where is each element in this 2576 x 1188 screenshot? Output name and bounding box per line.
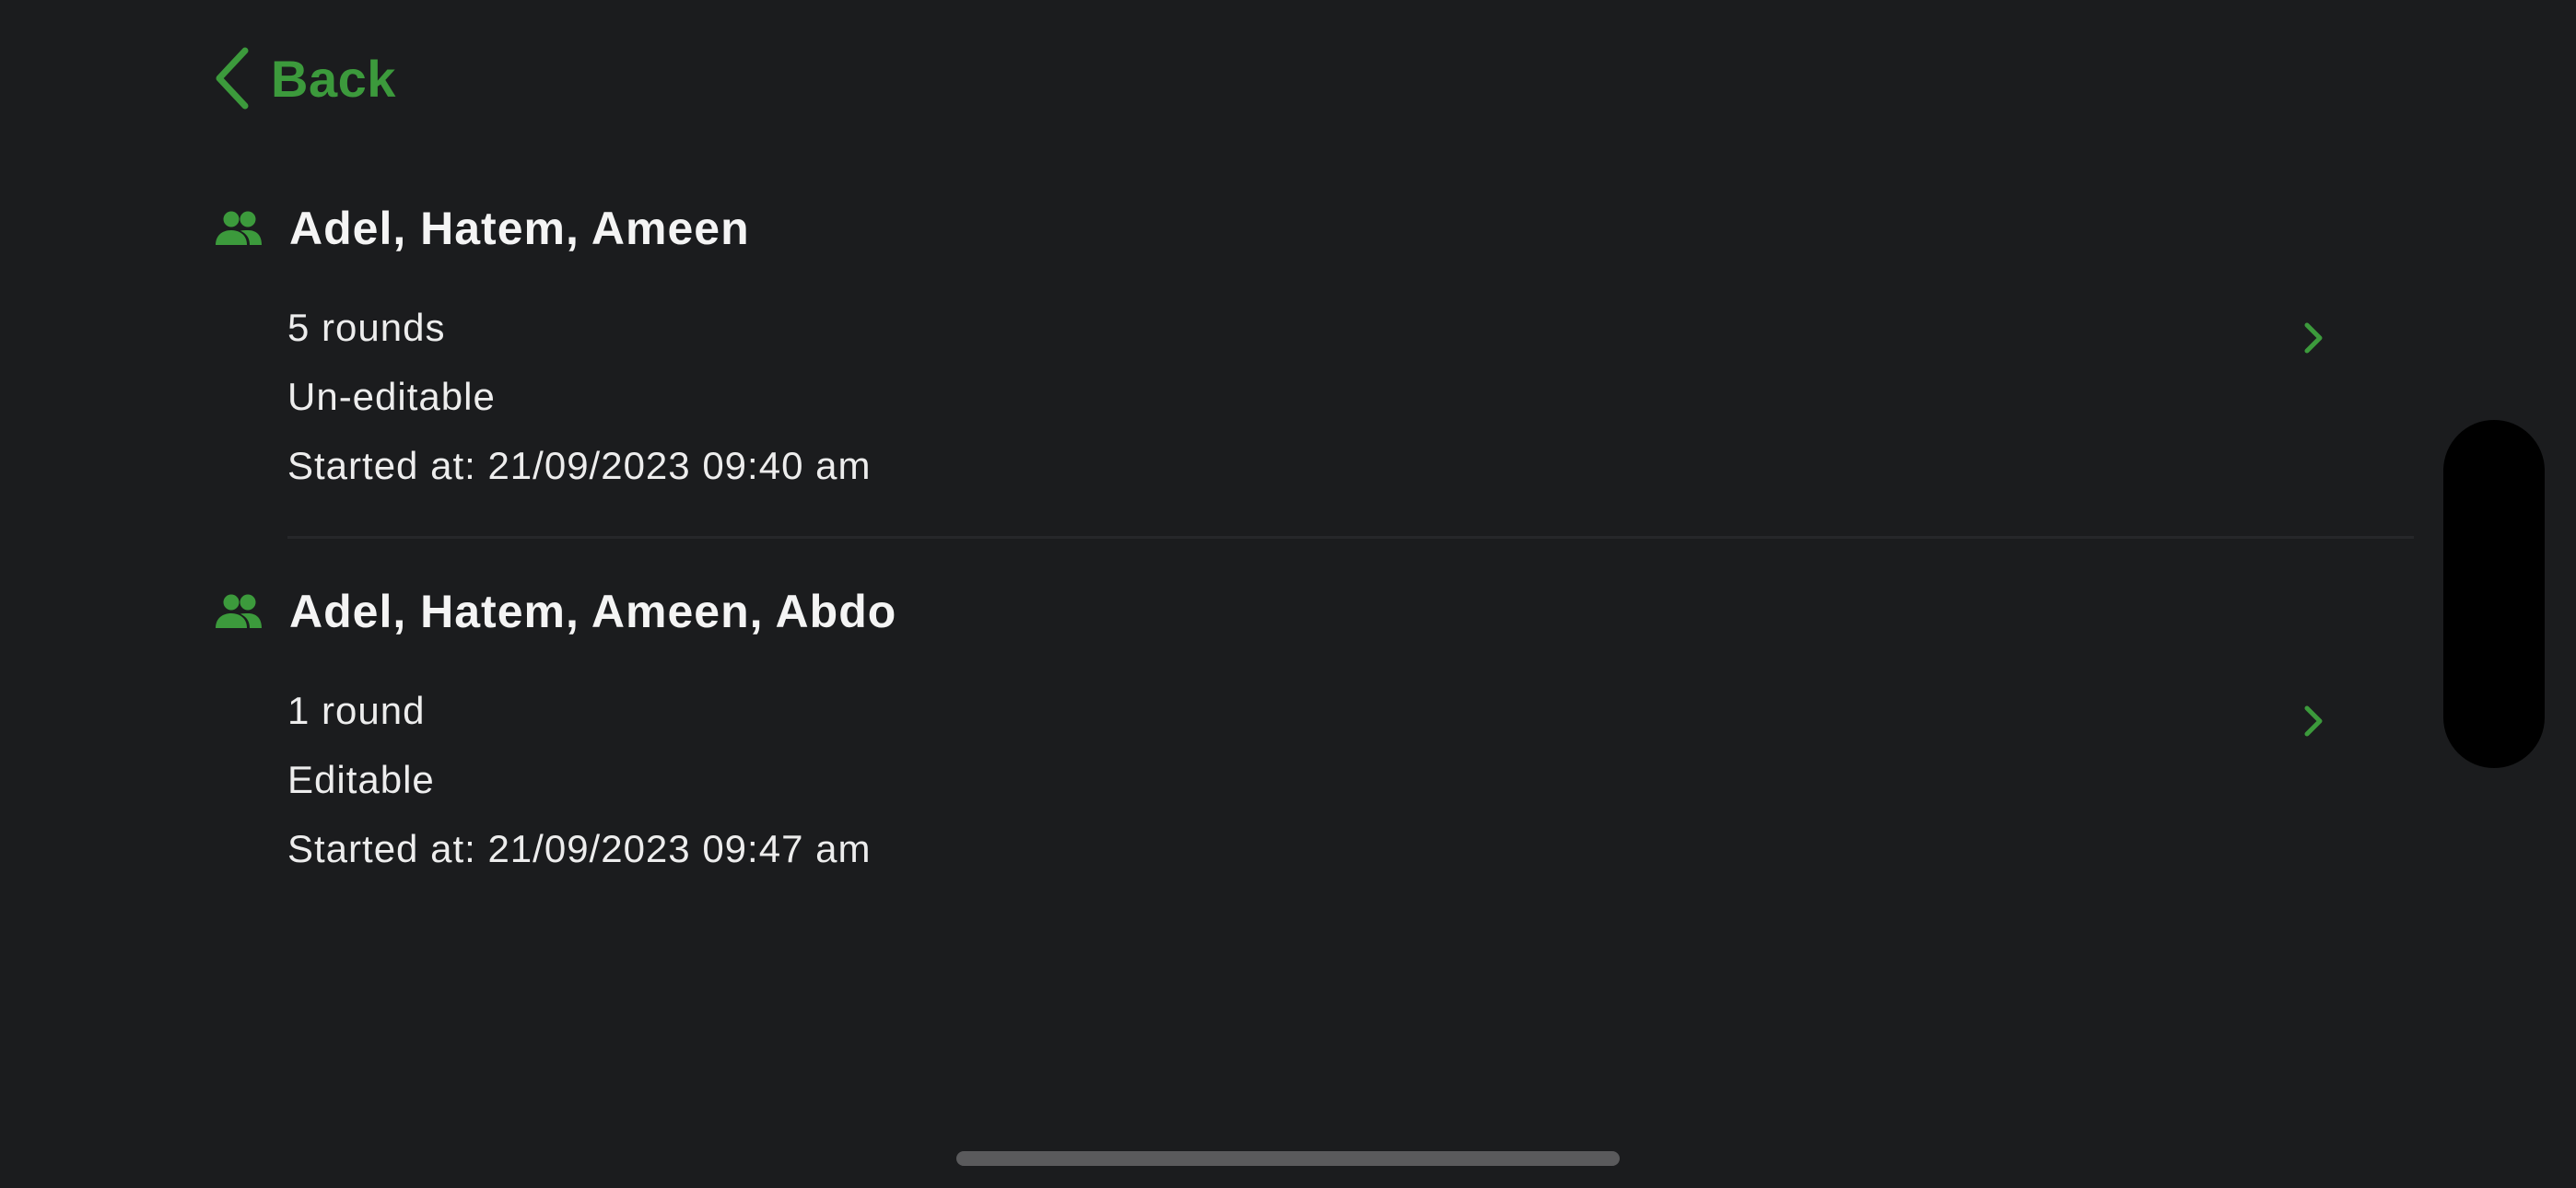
- screen: Back Adel, Hatem, Ameen 5 rounds Un-edit…: [0, 0, 2576, 1188]
- back-label: Back: [271, 49, 396, 108]
- scroll-indicator[interactable]: [2443, 420, 2545, 768]
- home-indicator[interactable]: [956, 1151, 1620, 1166]
- session-row[interactable]: Adel, Hatem, Ameen, Abdo 1 round Editabl…: [214, 567, 2414, 890]
- back-button[interactable]: Back: [214, 46, 396, 111]
- chevron-right-icon: [2303, 705, 2324, 741]
- session-rounds: 1 round: [287, 689, 426, 732]
- group-icon: [214, 210, 263, 247]
- group-icon: [214, 593, 263, 630]
- session-editable-status: Un-editable: [287, 375, 496, 418]
- chevron-right-icon: [2303, 322, 2324, 358]
- list-divider: [287, 536, 2414, 539]
- session-rounds: 5 rounds: [287, 306, 446, 349]
- session-start-time: Started at: 21/09/2023 09:40 am: [287, 444, 872, 487]
- session-row[interactable]: Adel, Hatem, Ameen 5 rounds Un-editable …: [214, 184, 2414, 538]
- session-start-time: Started at: 21/09/2023 09:47 am: [287, 827, 872, 870]
- session-players: Adel, Hatem, Ameen: [289, 203, 750, 254]
- session-title-row: Adel, Hatem, Ameen: [214, 199, 750, 258]
- session-title-row: Adel, Hatem, Ameen, Abdo: [214, 582, 896, 641]
- session-editable-status: Editable: [287, 758, 435, 801]
- session-players: Adel, Hatem, Ameen, Abdo: [289, 586, 897, 637]
- chevron-left-icon: [214, 47, 251, 110]
